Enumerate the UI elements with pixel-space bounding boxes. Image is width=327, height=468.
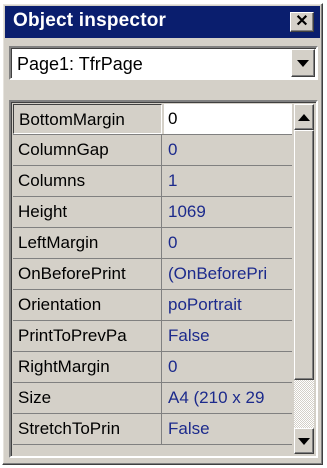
property-value[interactable]: poPortrait: [164, 290, 292, 320]
property-name[interactable]: StretchToPrin: [13, 414, 162, 444]
property-row[interactable]: BottomMargin 0: [13, 104, 292, 135]
property-row[interactable]: LeftMargin 0: [13, 228, 292, 259]
property-row[interactable]: Columns 1: [13, 166, 292, 197]
scroll-down-button[interactable]: [294, 428, 314, 454]
object-inspector-window: Object inspector ✕ Page1: TfrPage Bottom…: [2, 3, 323, 465]
property-value[interactable]: False: [164, 414, 292, 444]
property-row[interactable]: RightMargin 0: [13, 352, 292, 383]
property-value[interactable]: (OnBeforePri: [164, 259, 292, 289]
property-row[interactable]: StretchToPrin False: [13, 414, 292, 445]
property-row[interactable]: Orientation poPortrait: [13, 290, 292, 321]
object-selector-value: Page1: TfrPage: [17, 54, 143, 74]
vertical-scrollbar[interactable]: [294, 104, 314, 454]
object-selector-dropdown[interactable]: Page1: TfrPage: [9, 46, 318, 80]
property-row[interactable]: Size A4 (210 x 29: [13, 383, 292, 414]
property-value[interactable]: 1: [164, 166, 292, 196]
property-value[interactable]: 0: [164, 135, 292, 165]
property-list: BottomMargin 0 ColumnGap 0 Columns 1 Height 106…: [13, 104, 292, 454]
scroll-up-arrow-icon: [298, 113, 310, 121]
property-value[interactable]: A4 (210 x 29: [164, 383, 292, 413]
property-value[interactable]: 1069: [164, 197, 292, 227]
property-name[interactable]: Orientation: [13, 290, 162, 320]
close-button[interactable]: ✕: [290, 12, 314, 32]
property-name[interactable]: RightMargin: [13, 352, 162, 382]
property-name[interactable]: OnBeforePrint: [13, 259, 162, 289]
property-value[interactable]: 0: [164, 104, 292, 134]
property-name[interactable]: ColumnGap: [13, 135, 162, 165]
property-name[interactable]: LeftMargin: [13, 228, 162, 258]
scroll-up-button[interactable]: [294, 104, 314, 130]
property-name[interactable]: BottomMargin: [13, 104, 162, 134]
property-row[interactable]: Height 1069: [13, 197, 292, 228]
title-bar[interactable]: Object inspector ✕: [5, 6, 320, 38]
chevron-down-icon: [297, 59, 309, 67]
scroll-down-arrow-icon: [298, 437, 310, 445]
property-value[interactable]: False: [164, 321, 292, 351]
property-row[interactable]: OnBeforePrint (OnBeforePri: [13, 259, 292, 290]
property-row[interactable]: ColumnGap 0: [13, 135, 292, 166]
property-grid: BottomMargin 0 ColumnGap 0 Columns 1 Height 106…: [9, 100, 318, 458]
close-icon: ✕: [295, 13, 309, 30]
dropdown-button[interactable]: [291, 49, 315, 77]
property-value[interactable]: 0: [164, 228, 292, 258]
window-title: Object inspector: [13, 10, 167, 31]
property-row[interactable]: PrintToPrevPa False: [13, 321, 292, 352]
scroll-thumb[interactable]: [294, 130, 314, 380]
property-name[interactable]: Size: [13, 383, 162, 413]
property-name[interactable]: Height: [13, 197, 162, 227]
property-value[interactable]: 0: [164, 352, 292, 382]
property-name[interactable]: PrintToPrevPa: [13, 321, 162, 351]
property-name[interactable]: Columns: [13, 166, 162, 196]
